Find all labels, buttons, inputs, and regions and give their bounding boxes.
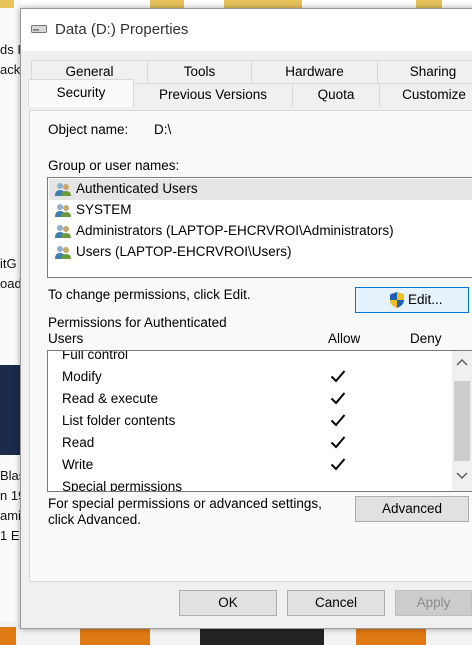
desktop-folder-icon — [0, 0, 14, 8]
tab-hardware[interactable]: Hardware — [251, 60, 378, 83]
tab-previous-versions[interactable]: Previous Versions — [133, 83, 293, 106]
advanced-hint-line2: click Advanced. — [48, 512, 142, 527]
desktop-icon-label: ds I — [0, 42, 21, 57]
tab-quota[interactable]: Quota — [292, 83, 380, 106]
desktop-icon-label: ack — [0, 62, 21, 77]
tab-security[interactable]: Security — [28, 79, 134, 107]
users-group-icon — [55, 246, 71, 259]
allow-check-icon — [330, 414, 346, 427]
user-name: Users (LAPTOP-EHCRVROI\Users) — [76, 244, 292, 259]
desktop-icon-label: oad — [0, 276, 22, 291]
tab-sharing[interactable]: Sharing — [377, 60, 472, 83]
user-list-item[interactable]: Administrators (LAPTOP-EHCRVROI\Administ… — [49, 221, 472, 242]
edit-button-label: Edit... — [408, 292, 443, 307]
permissions-scrollbar[interactable] — [452, 350, 472, 492]
permissions-for-label-user: Users — [48, 331, 84, 346]
user-list[interactable]: Authenticated Users SYSTEM Administrator… — [47, 177, 472, 278]
advanced-button[interactable]: Advanced — [355, 496, 469, 522]
user-list-item[interactable]: Users (LAPTOP-EHCRVROI\Users) — [49, 242, 472, 263]
user-name: SYSTEM — [76, 202, 132, 217]
group-or-user-names-label: Group or user names: — [48, 158, 180, 173]
permission-row: Modify — [62, 366, 462, 388]
apply-button[interactable]: Apply — [395, 590, 472, 616]
scroll-down-icon[interactable] — [456, 471, 468, 481]
permission-name: Write — [62, 457, 94, 472]
object-name-label: Object name: — [48, 122, 129, 137]
vlc-cone-icon — [80, 628, 150, 645]
permission-row: Write — [62, 454, 462, 476]
user-list-item[interactable]: SYSTEM — [49, 200, 472, 221]
user-name: Administrators (LAPTOP-EHCRVROI\Administ… — [76, 223, 394, 238]
permission-row: Full control — [62, 350, 462, 366]
permission-name: List folder contents — [62, 413, 176, 428]
advanced-hint: For special permissions or advanced sett… — [48, 496, 322, 511]
ok-button[interactable]: OK — [179, 590, 277, 616]
uac-shield-icon — [390, 292, 404, 308]
scroll-up-icon[interactable] — [456, 357, 468, 367]
users-group-icon — [55, 204, 71, 217]
permissions-for-label: Permissions for Authenticated — [48, 315, 227, 330]
allow-column-header: Allow — [328, 331, 361, 346]
users-group-icon — [55, 225, 71, 238]
user-list-item[interactable]: Authenticated Users — [49, 179, 472, 200]
vlc-cone-icon — [0, 627, 16, 645]
allow-check-icon — [330, 392, 346, 405]
user-name: Authenticated Users — [76, 181, 198, 196]
cancel-button[interactable]: Cancel — [287, 590, 385, 616]
edit-button[interactable]: Edit... — [355, 287, 469, 313]
permission-row: Special permissions — [62, 476, 462, 492]
permission-name: Read & execute — [62, 391, 159, 406]
desktop-folder-icon — [224, 0, 302, 8]
allow-check-icon — [330, 370, 346, 383]
tab-tools[interactable]: Tools — [147, 60, 252, 83]
vlc-cone-icon — [356, 628, 426, 645]
object-name-value: D:\ — [154, 122, 172, 137]
allow-check-icon — [330, 458, 346, 471]
title-bar[interactable]: Data (D:) Properties — [21, 9, 472, 51]
scroll-thumb[interactable] — [454, 381, 470, 461]
permission-name: Read — [62, 435, 95, 450]
tab-customize[interactable]: Customize — [379, 83, 472, 106]
permission-name: Full control — [62, 350, 129, 362]
permission-name: Special permissions — [62, 479, 183, 492]
drive-icon — [31, 25, 47, 33]
desktop-icon-label: 1 E — [0, 528, 20, 543]
users-group-icon — [55, 183, 71, 196]
desktop-folder-icon — [150, 0, 184, 8]
permission-name: Modify — [62, 369, 102, 384]
desktop-folder-icon — [416, 0, 442, 8]
allow-check-icon — [330, 436, 346, 449]
change-permissions-hint: To change permissions, click Edit. — [48, 287, 251, 302]
window-title: Data (D:) Properties — [55, 21, 189, 38]
permission-row: Read — [62, 432, 462, 454]
desktop-thumbnail — [0, 365, 22, 455]
permission-row: Read & execute — [62, 388, 462, 410]
desktop-background — [0, 0, 22, 645]
deny-column-header: Deny — [410, 331, 442, 346]
permissions-list[interactable]: Full control Modify Read & execute List … — [47, 350, 472, 492]
desktop-icon-label: itG — [0, 256, 17, 271]
permission-row: List folder contents — [62, 410, 462, 432]
